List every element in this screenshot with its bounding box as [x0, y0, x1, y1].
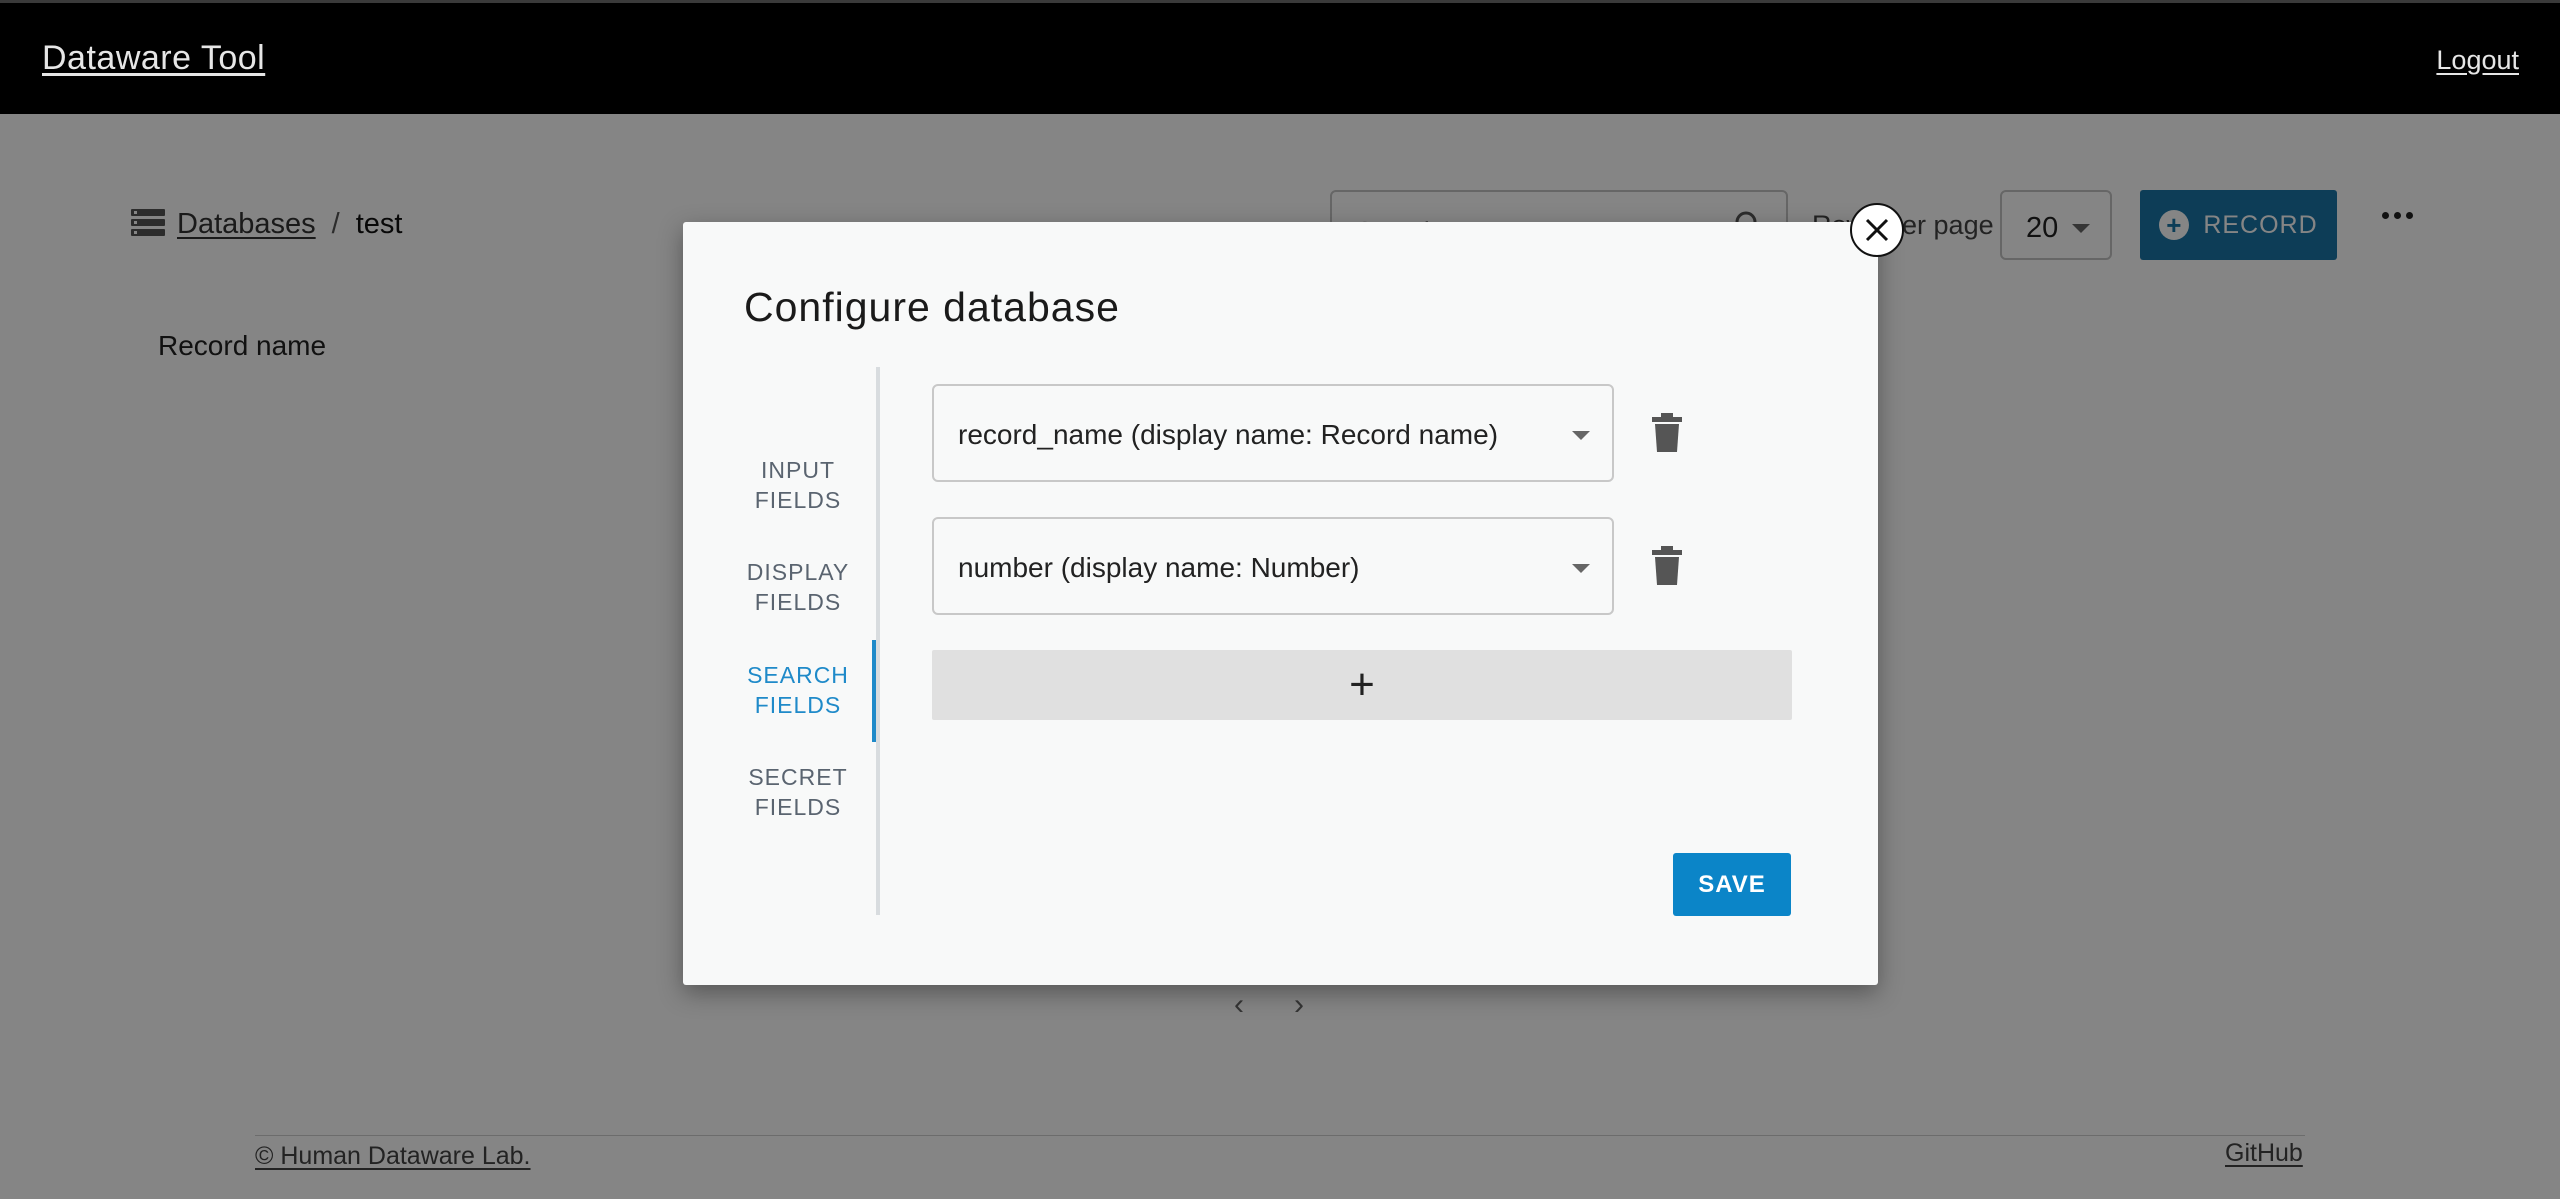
tab-label-line1: DISPLAY	[746, 559, 850, 585]
tab-label-line2: FIELDS	[754, 487, 842, 513]
app-title-link[interactable]: Dataware Tool	[42, 39, 265, 78]
tab-input-fields[interactable]: INPUT FIELDS	[733, 455, 863, 515]
save-button[interactable]: SAVE	[1673, 853, 1791, 916]
configure-database-dialog: Configure database INPUT FIELDS DISPLAY …	[683, 222, 1878, 985]
tab-label-line1: INPUT	[761, 457, 835, 483]
app-header: Dataware Tool Logout	[0, 0, 2560, 114]
field-select-value: number (display name: Number)	[958, 552, 1360, 583]
chevron-down-icon	[1572, 431, 1590, 440]
add-field-button[interactable]: +	[932, 650, 1792, 720]
plus-icon: +	[1349, 660, 1375, 709]
tab-label-line2: FIELDS	[754, 794, 842, 820]
search-field-select[interactable]: record_name (display name: Record name)	[932, 384, 1614, 482]
close-dialog-button[interactable]	[1850, 203, 1904, 257]
tab-rail	[876, 367, 880, 915]
trash-icon[interactable]	[1650, 546, 1684, 586]
tab-secret-fields[interactable]: SECRET FIELDS	[733, 762, 863, 822]
close-icon	[1865, 218, 1889, 242]
field-select-value: record_name (display name: Record name)	[958, 419, 1499, 450]
tab-label-line2: FIELDS	[754, 589, 842, 615]
tab-search-fields[interactable]: SEARCH FIELDS	[733, 660, 863, 720]
search-field-select[interactable]: number (display name: Number)	[932, 517, 1614, 615]
chevron-down-icon	[1572, 564, 1590, 573]
dialog-title: Configure database	[744, 284, 1120, 330]
tab-label-line2: FIELDS	[754, 692, 842, 718]
tab-display-fields[interactable]: DISPLAY FIELDS	[733, 557, 863, 617]
active-tab-indicator	[872, 640, 876, 742]
trash-icon[interactable]	[1650, 413, 1684, 453]
logout-link[interactable]: Logout	[2436, 45, 2519, 76]
tab-label-line1: SEARCH	[747, 662, 849, 688]
tab-label-line1: SECRET	[748, 764, 848, 790]
